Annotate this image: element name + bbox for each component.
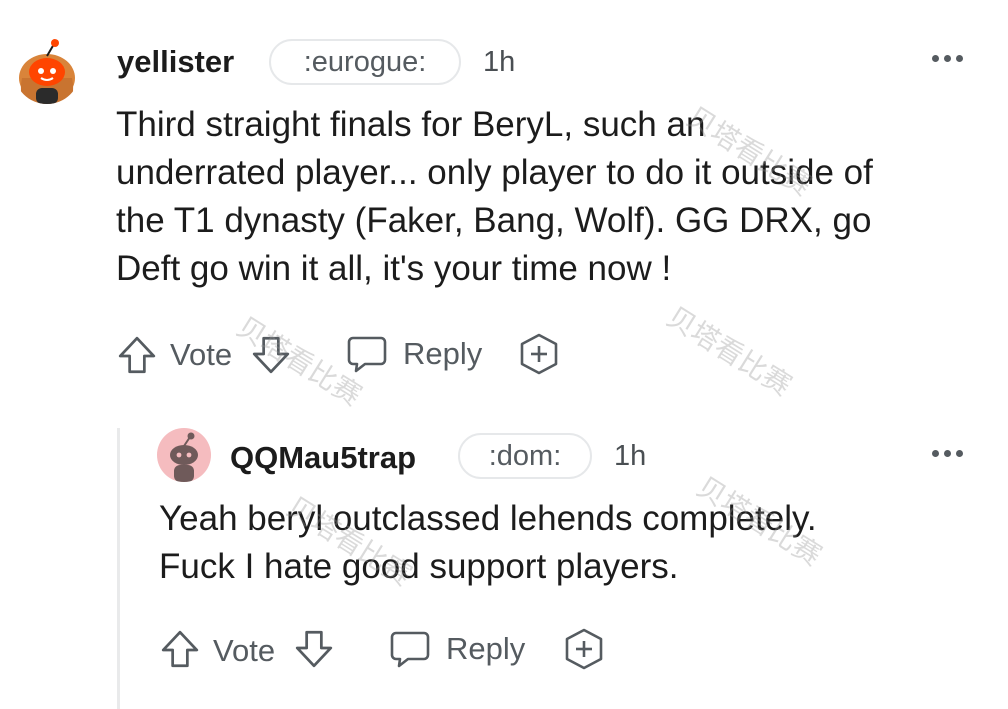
user-avatar[interactable] (157, 428, 211, 482)
upvote-icon (161, 630, 199, 668)
downvote-button[interactable] (250, 334, 292, 376)
downvote-icon (295, 630, 333, 668)
award-button[interactable] (517, 332, 561, 376)
reply-username[interactable]: QQMau5trap (230, 440, 416, 476)
user-flair: :dom: (458, 433, 592, 479)
more-options-icon[interactable] (932, 55, 963, 62)
reply-label: Reply (446, 631, 526, 666)
snoo-avatar-icon (170, 432, 198, 482)
more-options-icon[interactable] (932, 450, 963, 457)
comment-body: Third straight finals for BeryL, such an… (116, 101, 873, 293)
reply-button[interactable]: Reply (345, 332, 482, 376)
upvote-button[interactable] (159, 628, 201, 670)
comment-username[interactable]: yellister (117, 44, 234, 80)
downvote-button[interactable] (293, 628, 335, 670)
reply-body-line: Yeah beryl outclassed lehends completely… (159, 499, 817, 538)
reply-button[interactable]: Reply (388, 627, 525, 671)
reply-label: Reply (403, 336, 483, 371)
award-button[interactable] (562, 627, 606, 671)
vote-label: Vote (170, 337, 233, 372)
reply-icon (347, 336, 387, 373)
reply-body-line: Fuck I hate good support players. (159, 547, 679, 586)
user-flair: :eurogue: (269, 39, 461, 85)
watermark: 贝塔看比赛 (661, 300, 798, 403)
reply-timestamp: 1h (614, 440, 647, 472)
downvote-icon (252, 336, 290, 374)
user-avatar[interactable] (14, 38, 80, 104)
reply-body: Yeah beryl outclassed lehends completely… (159, 495, 817, 591)
upvote-icon (118, 336, 156, 374)
snoo-avatar-icon (19, 39, 75, 104)
award-icon (520, 333, 558, 375)
comment-body-line: Third straight finals for BeryL, such an (116, 105, 706, 144)
thread-line[interactable] (117, 428, 120, 709)
award-icon (565, 628, 603, 670)
upvote-button[interactable] (116, 334, 158, 376)
comment-body-line: underrated player... only player to do i… (116, 153, 873, 192)
comment-timestamp: 1h (483, 46, 516, 78)
comment-body-line: the T1 dynasty (Faker, Bang, Wolf). GG D… (116, 201, 872, 240)
reply-icon (390, 631, 430, 668)
comment-body-line: Deft go win it all, it's your time now ! (116, 249, 672, 288)
vote-label: Vote (213, 633, 276, 668)
